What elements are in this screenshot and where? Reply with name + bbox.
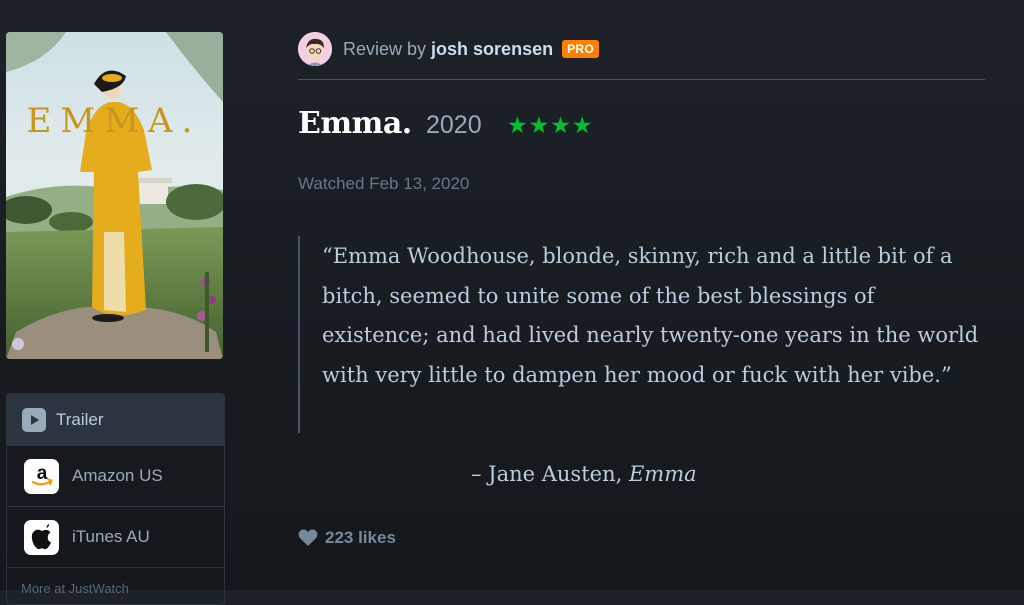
likes-label: 223 likes	[325, 528, 396, 547]
heart-icon	[298, 529, 318, 546]
film-title[interactable]: Emma.	[298, 106, 412, 141]
watch-services-panel: Trailer a Amazon US iTunes AU More at Ju…	[6, 393, 225, 605]
review-byline: Review by josh sorensen	[343, 39, 553, 60]
service-label: Amazon US	[72, 466, 163, 485]
service-label: iTunes AU	[72, 527, 150, 546]
film-year[interactable]: 2020	[426, 111, 482, 140]
service-amazon-us[interactable]: a Amazon US	[7, 446, 224, 507]
service-itunes-au[interactable]: iTunes AU	[7, 507, 224, 568]
play-icon	[22, 407, 46, 432]
attribution-work: Emma	[628, 462, 697, 486]
trailer-label: Trailer	[56, 409, 104, 429]
apple-icon	[24, 519, 59, 555]
review-by-prefix: Review by	[343, 38, 427, 59]
svg-text:a: a	[36, 463, 47, 484]
amazon-icon: a	[24, 458, 59, 494]
film-poster[interactable]: EMMA.	[6, 32, 223, 359]
likes-count[interactable]: 223 likes	[298, 528, 396, 548]
watched-date: Watched Feb 13, 2020	[298, 174, 470, 193]
attribution-author: – Jane Austen,	[471, 462, 623, 486]
review-quote: “Emma Woodhouse, blonde, skinny, rich an…	[322, 244, 979, 387]
poster-title: EMMA.	[27, 101, 202, 141]
pro-badge: PRO	[562, 40, 599, 58]
avatar[interactable]	[298, 32, 332, 66]
poster-image: EMMA.	[6, 32, 223, 359]
more-services-link[interactable]: More at JustWatch	[7, 568, 224, 604]
rating-stars: ★★★★	[507, 112, 594, 138]
trailer-button[interactable]: Trailer	[7, 394, 224, 446]
blockquote-bar	[298, 236, 300, 433]
header-divider	[298, 79, 985, 80]
quote-attribution: – Jane Austen, Emma	[471, 462, 697, 486]
review-header: Review by josh sorensen PRO	[298, 32, 599, 66]
reviewer-name[interactable]: josh sorensen	[431, 39, 553, 59]
